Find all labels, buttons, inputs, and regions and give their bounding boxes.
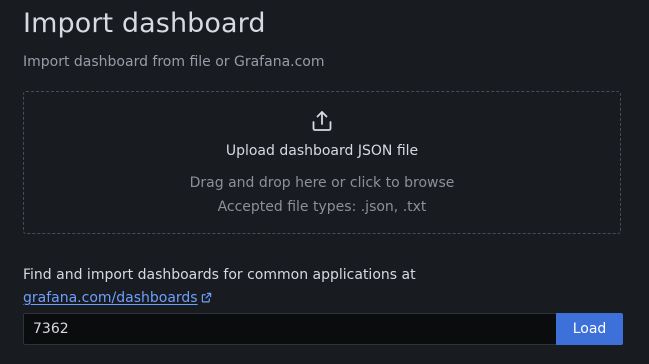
load-button[interactable]: Load xyxy=(556,313,623,345)
grafana-com-input-row: Load xyxy=(23,313,623,345)
grafana-com-dashboards-link[interactable]: grafana.com/dashboards xyxy=(23,290,212,307)
upload-icon xyxy=(310,109,334,133)
external-link-icon xyxy=(201,291,212,307)
accepted-file-types: Accepted file types: .json, .txt xyxy=(217,199,427,215)
grafana-com-label: Find and import dashboards for common ap… xyxy=(23,267,416,283)
import-dashboard-page: Import dashboard Import dashboard from f… xyxy=(0,0,649,364)
grafana-com-link-text: grafana.com/dashboards xyxy=(23,290,198,306)
page-subtitle: Import dashboard from file or Grafana.co… xyxy=(23,54,325,70)
upload-dropzone[interactable]: Upload dashboard JSON file Drag and drop… xyxy=(23,91,621,234)
dashboard-id-input[interactable] xyxy=(23,313,556,345)
page-title: Import dashboard xyxy=(23,8,266,39)
upload-hint: Drag and drop here or click to browse xyxy=(189,175,455,191)
upload-title: Upload dashboard JSON file xyxy=(225,143,419,159)
